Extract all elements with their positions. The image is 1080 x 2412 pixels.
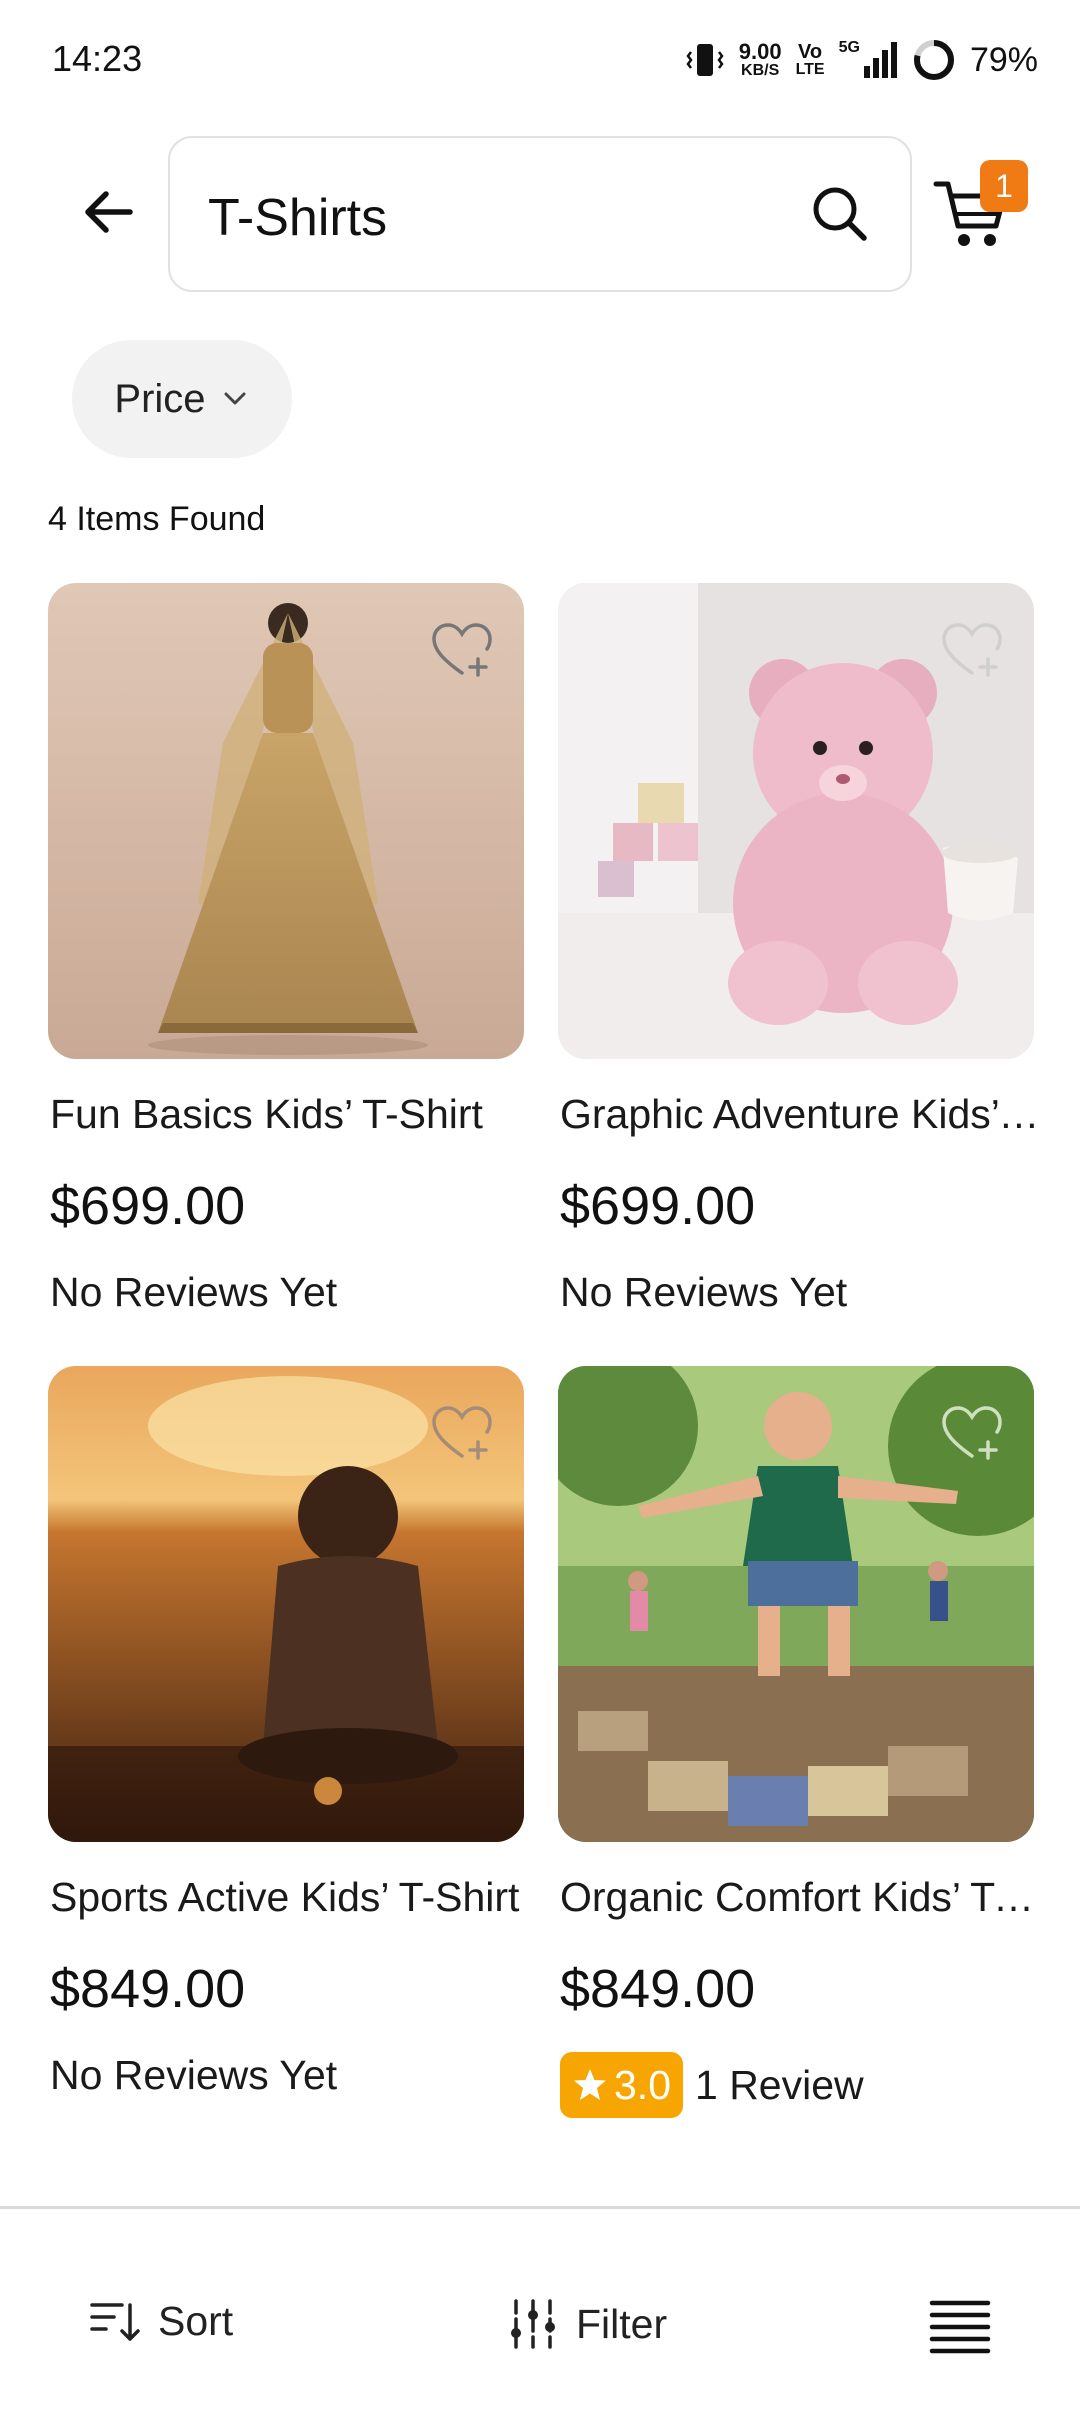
volte-bottom: LTE — [795, 61, 825, 78]
product-name[interactable]: Fun Basics Kids’ T-Shirt — [50, 1091, 530, 1138]
net-speed-unit: KB/S — [741, 62, 780, 79]
chevron-down-icon — [224, 392, 246, 405]
star-icon — [574, 2069, 606, 2100]
back-arrow-icon — [85, 191, 133, 233]
results-count: 4 Items Found — [48, 500, 266, 538]
product-price: $849.00 — [560, 1959, 756, 2019]
reviews-text: No Reviews Yet — [50, 2052, 338, 2098]
product-reviews: No Reviews Yet — [50, 2052, 337, 2099]
product-reviews: 3.0 1 Review — [560, 2052, 864, 2118]
wishlist-heart-icon[interactable] — [430, 619, 494, 683]
product-image[interactable] — [558, 583, 1034, 1059]
search-icon[interactable] — [808, 182, 872, 246]
reviews-text: No Reviews Yet — [50, 1269, 338, 1315]
signal-icon — [863, 42, 897, 78]
back-button[interactable] — [72, 176, 144, 248]
net-speed: 9.00 KB/S — [739, 41, 782, 79]
product-price: $699.00 — [50, 1176, 246, 1236]
filter-label: Filter — [576, 2300, 668, 2347]
rating-badge: 3.0 — [560, 2052, 683, 2118]
signal-group: 5G — [839, 40, 898, 80]
search-bar[interactable]: T-Shirts — [168, 136, 912, 292]
reviews-text: No Reviews Yet — [560, 1269, 848, 1315]
battery-percent: 79% — [969, 40, 1038, 79]
status-bar: 14:23 9.00 KB/S Vo LTE 5G 79% — [0, 0, 1080, 124]
sort-button[interactable]: Sort — [88, 2297, 233, 2345]
list-layout-icon[interactable] — [926, 2293, 994, 2361]
product-image[interactable] — [48, 583, 524, 1059]
bottom-action-bar: Sort Filter — [0, 2209, 1080, 2412]
sort-icon — [90, 2303, 140, 2341]
product-name[interactable]: Organic Comfort Kids’ T-Shirt — [560, 1874, 1040, 1921]
status-time: 14:23 — [52, 38, 143, 79]
filter-button[interactable]: Filter — [506, 2297, 667, 2351]
network-type: 5G — [838, 39, 860, 56]
product-reviews: No Reviews Yet — [560, 1269, 847, 1316]
battery-ring-icon — [913, 40, 954, 80]
wishlist-heart-icon[interactable] — [430, 1402, 494, 1466]
wishlist-heart-icon[interactable] — [940, 1402, 1004, 1466]
net-speed-value: 9.00 — [738, 39, 782, 64]
filter-sliders-icon — [511, 2299, 555, 2349]
sort-label: Sort — [158, 2297, 234, 2344]
price-chip-label: Price — [114, 376, 206, 421]
product-image[interactable] — [558, 1366, 1034, 1842]
rating-value: 3.0 — [614, 2061, 671, 2108]
status-indicators: 9.00 KB/S Vo LTE 5G 79% — [685, 36, 1038, 84]
product-price: $849.00 — [50, 1959, 246, 2019]
search-input[interactable]: T-Shirts — [208, 188, 387, 248]
reviews-text: 1 Review — [695, 2061, 864, 2108]
wishlist-heart-icon[interactable] — [940, 619, 1004, 683]
product-reviews: No Reviews Yet — [50, 1269, 337, 1316]
vibrate-icon — [686, 44, 724, 76]
product-name[interactable]: Sports Active Kids’ T-Shirt — [50, 1874, 530, 1921]
price-filter-chip[interactable]: Price — [72, 340, 292, 458]
product-image[interactable] — [48, 1366, 524, 1842]
volte-top: Vo — [798, 41, 823, 63]
cart-count-badge: 1 — [980, 160, 1028, 212]
volte-indicator: Vo LTE — [796, 42, 825, 78]
product-price: $699.00 — [560, 1176, 756, 1236]
product-name[interactable]: Graphic Adventure Kids’ T-Shirt — [560, 1091, 1040, 1138]
